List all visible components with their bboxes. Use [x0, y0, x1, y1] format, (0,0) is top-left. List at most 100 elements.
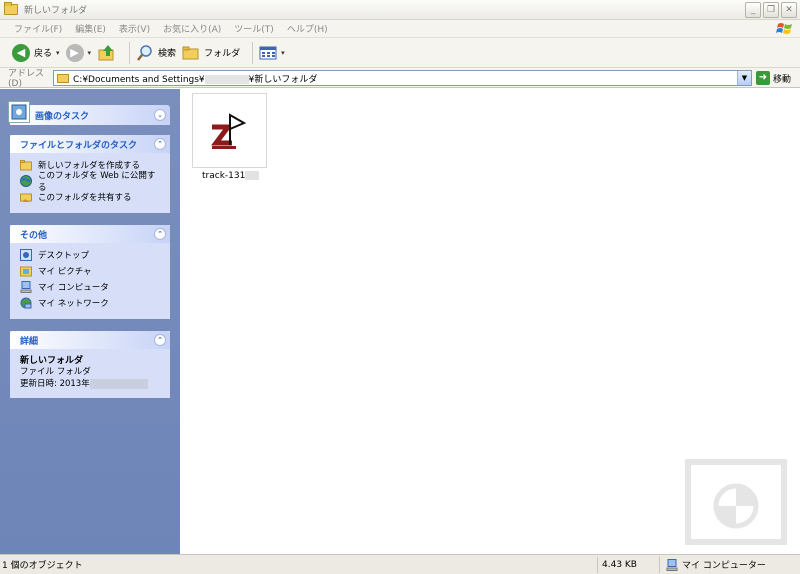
detail-modified-text: 更新日時: 2013年: [20, 379, 90, 389]
folder-icon: [57, 73, 69, 83]
toolbar: ◀ 戻る ▾ ▶ ▾ 検索 フォルダ ▾: [0, 38, 800, 68]
place-desktop[interactable]: デスクトップ: [20, 247, 160, 263]
place-label: デスクトップ: [38, 251, 90, 261]
file-name-text: track-131: [202, 171, 246, 181]
redacted-date: [89, 378, 148, 389]
window-title: 新しいフォルダ: [24, 6, 88, 16]
new-folder-icon: [20, 160, 32, 171]
forward-arrow-icon: ▶: [65, 43, 84, 62]
file-thumbnail[interactable]: [192, 93, 267, 168]
my-network-icon: [20, 297, 32, 309]
address-label: アドレス(D): [8, 69, 45, 89]
menu-help[interactable]: ヘルプ(H): [287, 22, 328, 35]
menu-bar: ファイル(F) 編集(E) 表示(V) お気に入り(A) ツール(T) ヘルプ(…: [0, 20, 800, 38]
task-publish-web[interactable]: このフォルダを Web に公開する: [20, 171, 160, 193]
menu-view[interactable]: 表示(V): [119, 22, 150, 35]
file-folder-tasks-panel: ファイルとフォルダのタスク ⌃ 新しいフォルダを作成する このフォルダを Web…: [10, 135, 170, 213]
status-zone-label: マイ コンピューター: [682, 561, 766, 571]
redacted-username: [204, 74, 249, 84]
address-dropdown-icon[interactable]: ▼: [737, 71, 751, 85]
folders-label: フォルダ: [204, 49, 241, 59]
forward-dropdown-icon[interactable]: ▾: [88, 49, 92, 57]
windows-logo-icon: [776, 23, 792, 34]
file-folder-tasks-header[interactable]: ファイルとフォルダのタスク ⌃: [10, 135, 170, 153]
picture-tasks-icon: [8, 101, 30, 123]
back-dropdown-icon[interactable]: ▾: [56, 49, 60, 57]
details-title: 詳細: [20, 336, 39, 347]
restore-button[interactable]: ❐: [763, 2, 779, 18]
go-label: 移動: [773, 74, 792, 85]
status-bar: 1 個のオブジェクト 4.43 KB マイ コンピューター: [0, 554, 800, 574]
details-panel: 詳細 ⌃ 新しいフォルダ ファイル フォルダ 更新日時: 2013年: [10, 331, 170, 398]
back-arrow-icon: ◀: [12, 43, 30, 62]
redacted-filename: [245, 171, 260, 180]
chevron-up-icon[interactable]: ⌃: [154, 138, 166, 150]
my-pictures-icon: [20, 266, 32, 277]
minimize-button[interactable]: _: [745, 2, 761, 18]
address-input[interactable]: C:¥Documents and Settings¥ ¥新しいフォルダ ▼: [53, 70, 752, 86]
task-label: このフォルダを共有する: [38, 193, 132, 203]
menu-tools[interactable]: ツール(T): [234, 22, 274, 35]
menu-edit[interactable]: 編集(E): [75, 22, 106, 35]
other-places-title: その他: [20, 230, 48, 241]
file-list-view[interactable]: track-131: [180, 89, 800, 554]
place-my-network[interactable]: マイ ネットワーク: [20, 295, 160, 311]
share-folder-icon: [20, 193, 32, 202]
track-file-icon: [210, 112, 246, 149]
folders-icon: [182, 46, 199, 59]
menu-file[interactable]: ファイル(F): [14, 22, 62, 35]
other-places-header[interactable]: その他 ⌃: [10, 225, 170, 243]
file-folder-tasks-title: ファイルとフォルダのタスク: [20, 140, 138, 151]
up-folder-icon: [98, 44, 114, 60]
go-button[interactable]: ➜ 移動: [756, 71, 791, 85]
details-header[interactable]: 詳細 ⌃: [10, 331, 170, 349]
my-computer-icon: [20, 281, 32, 293]
globe-icon: [20, 175, 32, 187]
address-path-suffix: ¥新しいフォルダ: [248, 74, 318, 85]
folder-icon: [4, 2, 18, 15]
views-button[interactable]: ▾: [259, 41, 285, 65]
views-dropdown-icon[interactable]: ▾: [281, 49, 285, 57]
status-size: 4.43 KB: [598, 556, 660, 573]
chevron-up-icon[interactable]: ⌃: [154, 228, 166, 240]
views-icon: [259, 46, 277, 59]
place-label: マイ ピクチャ: [38, 267, 92, 277]
detail-folder-name: 新しいフォルダ: [20, 356, 84, 366]
task-pane: 画像のタスク ⌄ ファイルとフォルダのタスク ⌃ 新しいフォルダを作成する この…: [0, 89, 180, 554]
detail-modified: 更新日時: 2013年: [20, 378, 160, 390]
place-my-computer[interactable]: マイ コンピュータ: [20, 279, 160, 295]
place-my-pictures[interactable]: マイ ピクチャ: [20, 263, 160, 279]
chevron-up-icon[interactable]: ⌃: [154, 334, 166, 346]
search-button[interactable]: 検索: [136, 41, 176, 65]
up-folder-button[interactable]: [97, 41, 117, 65]
my-computer-icon: [666, 558, 678, 571]
address-bar: アドレス(D) C:¥Documents and Settings¥ ¥新しいフォ…: [0, 68, 800, 89]
close-button[interactable]: ✕: [781, 2, 797, 18]
other-places-panel: その他 ⌃ デスクトップ マイ ピクチャ マイ コンピュータ マイ ネットワーク: [10, 225, 170, 319]
go-arrow-icon: ➜: [756, 71, 770, 85]
place-label: マイ コンピュータ: [38, 283, 109, 293]
picture-tasks-title: 画像のタスク: [35, 111, 90, 122]
forward-button[interactable]: ▶ ▾: [65, 41, 92, 65]
window-controls: _ ❐ ✕: [745, 2, 797, 18]
search-icon: [137, 44, 152, 61]
title-bar: 新しいフォルダ _ ❐ ✕: [0, 0, 800, 20]
task-label: このフォルダを Web に公開する: [38, 171, 156, 193]
back-label: 戻る: [34, 49, 53, 59]
menu-favorites[interactable]: お気に入り(A): [163, 22, 221, 35]
desktop-icon: [20, 249, 32, 261]
status-zone: マイ コンピューター: [660, 557, 800, 573]
toolbar-separator: [129, 41, 131, 64]
chevron-down-icon[interactable]: ⌄: [154, 109, 166, 121]
watermark-logo: [685, 459, 787, 545]
file-name[interactable]: track-131: [202, 171, 260, 181]
address-path: C:¥Documents and Settings¥ ¥新しいフォルダ: [73, 72, 317, 85]
back-button[interactable]: ◀ 戻る ▾: [12, 41, 60, 65]
status-object-count: 1 個のオブジェクト: [0, 556, 598, 573]
search-label: 検索: [158, 49, 177, 59]
picture-tasks-header[interactable]: 画像のタスク ⌄: [8, 101, 170, 125]
detail-folder-type: ファイル フォルダ: [20, 367, 91, 377]
folders-button[interactable]: フォルダ: [182, 41, 240, 65]
address-path-prefix: C:¥Documents and Settings¥: [73, 74, 205, 85]
toolbar-separator: [252, 41, 254, 64]
